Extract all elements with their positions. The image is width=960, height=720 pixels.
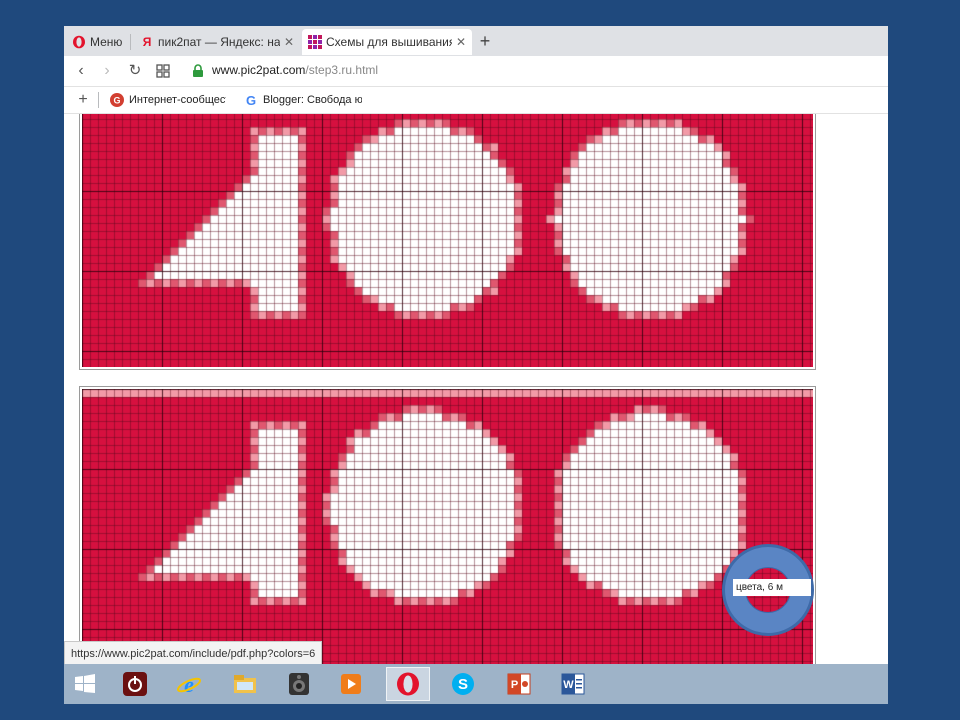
close-icon[interactable]: ✕ — [284, 35, 294, 49]
forward-icon[interactable]: › — [96, 60, 118, 82]
svg-text:G: G — [246, 93, 256, 107]
speed-dial-icon[interactable] — [152, 60, 174, 82]
address-bar: ‹ › ↻ www.pic2pat.com/step3.ru.html — [64, 56, 888, 87]
svg-text:S: S — [458, 676, 468, 693]
pattern-panel-1 — [79, 114, 816, 370]
google-icon: G — [244, 93, 258, 107]
speaker-app-icon[interactable] — [282, 667, 316, 701]
url-path: /step3.ru.html — [305, 63, 379, 77]
power-app-icon[interactable] — [118, 667, 152, 701]
bookmark-internet-community[interactable]: G Интернет-сообщест — [110, 91, 226, 109]
svg-text:W: W — [563, 679, 574, 691]
lock-icon[interactable] — [191, 64, 205, 78]
plus-icon[interactable]: + — [474, 30, 496, 52]
pic2pat-favicon-icon — [308, 35, 322, 49]
tab-menu[interactable]: Меню — [66, 29, 128, 55]
svg-text:P: P — [511, 679, 518, 691]
tooltip-colors: цвета, 6 м — [733, 579, 811, 596]
tab-label: Меню — [90, 35, 122, 49]
tab-label: Схемы для вышивания крестиком — [326, 35, 452, 49]
cross-stitch-pattern-1 — [82, 114, 813, 367]
file-explorer-icon[interactable] — [228, 667, 262, 701]
close-icon[interactable]: ✕ — [456, 35, 466, 49]
reload-icon[interactable]: ↻ — [124, 60, 146, 82]
back-icon[interactable]: ‹ — [70, 60, 92, 82]
tab-label: пик2пат — Яндекс: нашлось — [158, 35, 280, 49]
bookmark-blogger[interactable]: G Blogger: Свобода ю — [244, 91, 362, 109]
powerpoint-icon[interactable]: P — [502, 667, 536, 701]
word-icon[interactable]: W — [556, 667, 590, 701]
bookmark-label: Интернет-сообщест — [129, 94, 226, 106]
bookmark-separator — [98, 92, 99, 108]
opera-icon — [72, 35, 86, 49]
windows-start-icon[interactable] — [68, 667, 102, 701]
google-plus-icon: G — [110, 93, 124, 107]
tab-cross-stitch-schemes[interactable]: Схемы для вышивания крестиком ✕ — [302, 29, 472, 55]
bookmarks-bar: + G Интернет-сообщест G Blogger: Свобода… — [64, 87, 888, 114]
media-player-icon[interactable] — [334, 667, 368, 701]
url-host: www.pic2pat.com — [212, 63, 306, 77]
opera-icon[interactable] — [386, 667, 430, 701]
svg-text:e: e — [184, 672, 194, 697]
taskbar: e S P W — [64, 664, 888, 704]
svg-text:G: G — [113, 96, 120, 106]
tab-yandex-search[interactable]: Я пик2пат — Яндекс: нашлось ✕ — [134, 29, 300, 55]
tab-strip: Меню Я пик2пат — Яндекс: нашлось ✕ Схемы… — [64, 26, 888, 56]
tab-separator — [130, 34, 131, 50]
bookmark-label: Blogger: Свобода ю — [263, 94, 362, 106]
internet-explorer-icon[interactable]: e — [172, 667, 206, 701]
cross-stitch-pattern-2 — [82, 389, 813, 668]
skype-icon[interactable]: S — [446, 667, 480, 701]
url-field[interactable]: www.pic2pat.com/step3.ru.html — [212, 63, 378, 77]
yandex-icon: Я — [142, 35, 152, 49]
plus-icon[interactable]: + — [72, 89, 94, 111]
pattern-panel-2 — [79, 386, 816, 668]
